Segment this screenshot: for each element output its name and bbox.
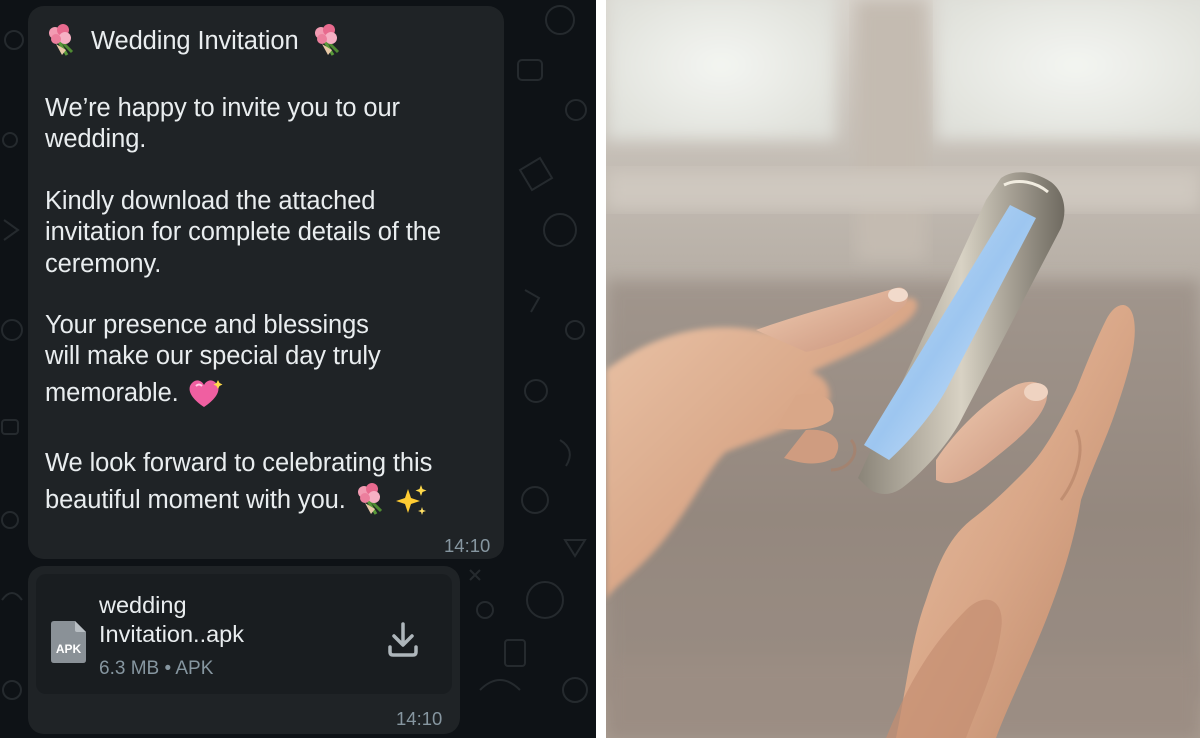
message-text-line-with-emojis: beautiful moment with you. — [45, 483, 428, 517]
message-text-line: Kindly download the attached — [45, 187, 376, 215]
message-bubble: Wedding Invitation We’re happy to invite… — [28, 6, 504, 559]
message-text-line: We look forward to celebrating this — [45, 449, 433, 477]
file-card[interactable]: APK wedding Invitation..apk 6.3 MB • APK — [36, 574, 452, 694]
message-text-line-with-heart: memorable. — [45, 376, 223, 410]
message-text-line: We’re happy to invite you to our — [45, 94, 400, 122]
file-meta: 6.3 MB • APK — [99, 658, 214, 679]
bouquet-emoji-icon — [49, 24, 74, 56]
chat-panel: Wedding Invitation We’re happy to invite… — [0, 0, 596, 738]
image-divider — [596, 0, 606, 738]
apk-icon-label: APK — [56, 642, 82, 656]
message-title-line: Wedding Invitation — [45, 24, 345, 58]
message-title: Wedding Invitation — [91, 26, 299, 55]
attachment-timestamp: 14:10 — [396, 708, 443, 729]
message-timestamp: 14:10 — [444, 535, 491, 556]
message-text-line: invitation for complete details of the — [45, 218, 441, 246]
message-text: beautiful moment with you. — [45, 485, 346, 514]
file-name-line: wedding — [99, 592, 187, 618]
message-text-line: wedding. — [45, 125, 147, 153]
message-text-line: Your presence and blessings — [45, 311, 369, 339]
attachment-bubble[interactable]: APK wedding Invitation..apk 6.3 MB • APK… — [28, 566, 460, 734]
file-name-line: Invitation..apk — [99, 621, 245, 647]
hands-holding-smartphone-photo — [606, 0, 1200, 738]
sparkles-emoji-icon — [395, 485, 427, 515]
bouquet-emoji-icon — [357, 483, 382, 515]
message-text: memorable. — [45, 378, 179, 407]
message-text-line: will make our special day truly — [45, 342, 381, 370]
sparkling-heart-emoji-icon — [189, 380, 223, 407]
download-icon[interactable] — [386, 620, 420, 658]
photo-illustration — [606, 0, 1200, 738]
message-text-line: ceremony. — [45, 250, 162, 278]
bouquet-emoji-icon — [314, 24, 339, 56]
apk-file-icon: APK — [51, 621, 86, 663]
